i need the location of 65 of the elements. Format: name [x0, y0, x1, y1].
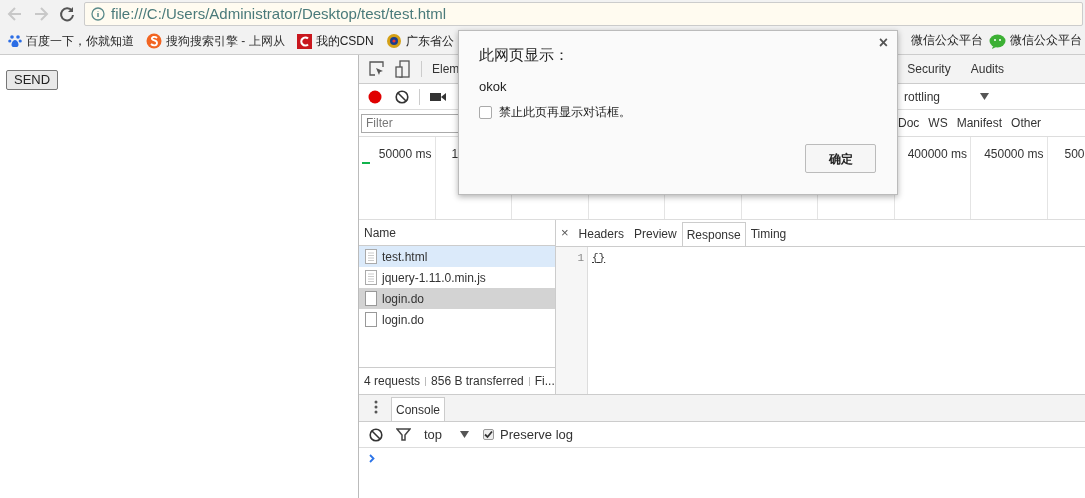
close-button[interactable]: × — [556, 220, 574, 246]
type-filter[interactable]: Other — [1011, 114, 1042, 132]
panel-tab[interactable]: Audits — [970, 60, 1005, 78]
device-icon[interactable] — [395, 60, 411, 78]
bookmark-link[interactable]: 广东省公 — [405, 32, 454, 50]
emblem-icon[interactable] — [385, 33, 402, 49]
send-button[interactable]: SEND — [6, 69, 59, 90]
request-row[interactable]: login.do — [359, 288, 555, 309]
summary-text: 4 requests — [364, 373, 421, 390]
ok-button[interactable]: 确定 — [805, 144, 876, 173]
blank-file-icon — [365, 291, 377, 306]
clear-icon[interactable] — [369, 427, 383, 442]
detail-tab[interactable]: Timing — [745, 222, 792, 246]
c-logo-icon[interactable] — [296, 33, 312, 49]
dialog-message: okok — [479, 78, 507, 96]
panel-tab[interactable]: Security — [907, 60, 951, 78]
info-icon[interactable] — [91, 7, 105, 21]
dialog-title: 此网页显示： — [479, 45, 569, 65]
detail-tab[interactable]: Headers — [573, 222, 629, 246]
document-icon — [365, 249, 377, 264]
document-icon — [365, 270, 377, 285]
context-select[interactable]: top — [424, 424, 443, 445]
detail-tab[interactable]: Preview — [628, 222, 682, 246]
close-button[interactable]: × — [878, 35, 888, 51]
type-filter[interactable]: Doc — [898, 114, 920, 132]
column-header[interactable]: Name — [364, 223, 396, 242]
paw-icon[interactable] — [8, 34, 22, 48]
bookmark-link[interactable]: 搜狗搜索引擎 - 上网从 — [166, 32, 285, 50]
address-field[interactable]: file:///C:/Users/Administrator/Desktop/test/test.html — [84, 2, 1083, 26]
request-row[interactable]: test.html — [359, 246, 555, 267]
checkbox[interactable] — [483, 429, 495, 440]
bookmark-link[interactable]: 微信公众平台 — [1010, 32, 1082, 50]
bookmark-link[interactable]: 我的CSDN — [315, 32, 374, 50]
record-icon[interactable] — [367, 88, 383, 105]
tick-label: 1 — [451, 146, 459, 159]
bookmark-link[interactable]: 百度一下，你就知道 — [26, 32, 134, 50]
type-filter[interactable]: WS — [928, 114, 948, 132]
checkbox-label[interactable]: 禁止此页再显示对话框。 — [499, 103, 631, 121]
type-filter[interactable]: Manifest — [956, 114, 1003, 132]
summary-text: 856 B transferred — [431, 373, 524, 390]
throttling-select[interactable]: rottling — [904, 87, 941, 106]
bookmark-link[interactable]: 微信公众平台 — [911, 32, 983, 50]
tick-label: 450000 ms — [984, 146, 1044, 159]
checkbox-label[interactable]: Preserve log — [500, 424, 574, 445]
s-logo-icon[interactable] — [146, 33, 162, 49]
drawer-tab[interactable]: Console — [391, 397, 446, 421]
tick-label: 400000 ms — [907, 146, 967, 159]
inspect-icon[interactable] — [369, 61, 385, 77]
reload-icon[interactable] — [58, 5, 76, 23]
code-text: {} — [592, 250, 606, 266]
line-number: 1 — [576, 250, 584, 266]
panel-tab[interactable]: Elem — [432, 60, 460, 78]
blank-file-icon — [365, 312, 377, 327]
filter-icon[interactable] — [396, 428, 411, 441]
summary-text: Fi... — [534, 373, 555, 390]
dropdown-icon[interactable] — [980, 93, 990, 100]
tick-label: 500 — [1064, 146, 1085, 159]
tick-label: 50000 ms — [378, 146, 432, 159]
checkbox[interactable] — [479, 105, 492, 119]
dropdown-icon[interactable] — [460, 431, 470, 438]
detail-tab[interactable]: Response — [681, 222, 746, 246]
clear-icon[interactable] — [395, 89, 409, 104]
prompt-icon — [369, 454, 375, 463]
camera-icon[interactable] — [430, 90, 446, 103]
more-icon[interactable] — [374, 400, 378, 414]
